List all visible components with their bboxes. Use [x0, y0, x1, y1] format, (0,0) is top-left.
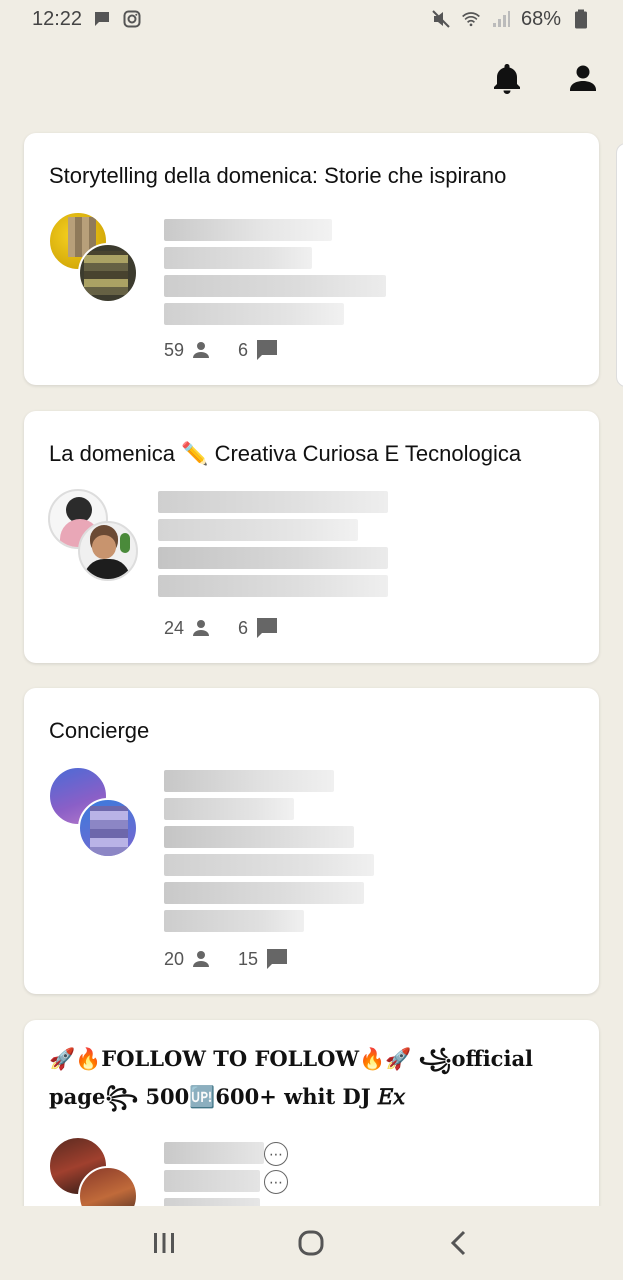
comments-count: 15 [238, 948, 259, 969]
comment-icon [256, 339, 278, 361]
recent-apps-icon[interactable] [144, 1223, 184, 1263]
battery-percent: 68% [520, 7, 561, 30]
wifi-icon [461, 9, 481, 29]
group-card[interactable]: Storytelling della domenica: Storie che … [24, 133, 599, 385]
comment-icon [256, 617, 278, 639]
instagram-icon [122, 9, 142, 29]
member-avatars [48, 489, 140, 581]
members-count: 24 [164, 617, 185, 638]
status-time: 12:22 [32, 7, 83, 30]
group-card[interactable]: Concierge 󠀠 20 15 [24, 688, 599, 994]
navigation-bar [0, 1206, 623, 1280]
comments-stat: 15 [238, 948, 288, 970]
next-card-edge [616, 143, 623, 387]
members-stat: 59 [164, 340, 210, 361]
mute-icon [431, 9, 451, 29]
members-count: 20 [164, 948, 185, 969]
card-stats: 59 6 [164, 339, 306, 361]
comments-count: 6 [238, 339, 249, 360]
bell-icon[interactable] [491, 62, 523, 94]
card-title: La domenica ✏️ Creativa Curiosa E Tecnol… [49, 441, 522, 466]
card-title: 🚀🔥FOLLOW TO FOLLOW🔥🚀 ꧁official page꧂ 500… [49, 1040, 579, 1116]
member-avatars [48, 211, 140, 303]
comments-count: 6 [238, 617, 249, 638]
person-icon [192, 341, 210, 359]
group-card[interactable]: 🚀🔥FOLLOW TO FOLLOW🔥🚀 ꧁official page꧂ 500… [24, 1020, 599, 1226]
card-stats: 24 6 [164, 617, 306, 639]
home-icon[interactable] [291, 1223, 331, 1263]
group-card[interactable]: La domenica ✏️ Creativa Curiosa E Tecnol… [24, 411, 599, 663]
members-count: 59 [164, 339, 185, 360]
members-stat: 24 [164, 618, 210, 639]
card-title: Storytelling della domenica: Storie che … [49, 163, 507, 188]
comment-icon [266, 948, 288, 970]
more-icon: ⋯ [264, 1142, 288, 1166]
person-icon [192, 950, 210, 968]
comments-stat: 6 [238, 617, 278, 639]
comments-stat: 6 [238, 339, 278, 361]
card-title-line: 🚀🔥FOLLOW TO FOLLOW🔥🚀 ꧁official [49, 1046, 534, 1071]
avatar [78, 521, 138, 581]
signal-icon [491, 9, 511, 29]
message-preview [158, 491, 388, 603]
members-stat: 20 [164, 949, 210, 970]
app-header [0, 50, 623, 106]
member-avatars [48, 766, 140, 858]
avatar [78, 798, 138, 858]
message-preview [164, 770, 374, 938]
message-icon [92, 9, 112, 29]
card-title-line: page꧂ 500🆙600+ whit DJ 𝐸𝑥 [49, 1084, 406, 1109]
more-icon: ⋯ [264, 1170, 288, 1194]
message-preview [164, 219, 386, 331]
person-icon [192, 619, 210, 637]
avatar [78, 243, 138, 303]
status-bar: 12:22 68% [0, 0, 623, 38]
card-title: Concierge 󠀠 [49, 718, 156, 743]
battery-icon [571, 9, 591, 29]
card-stats: 20 15 [164, 948, 316, 970]
profile-icon[interactable] [567, 62, 599, 94]
back-icon[interactable] [439, 1223, 479, 1263]
